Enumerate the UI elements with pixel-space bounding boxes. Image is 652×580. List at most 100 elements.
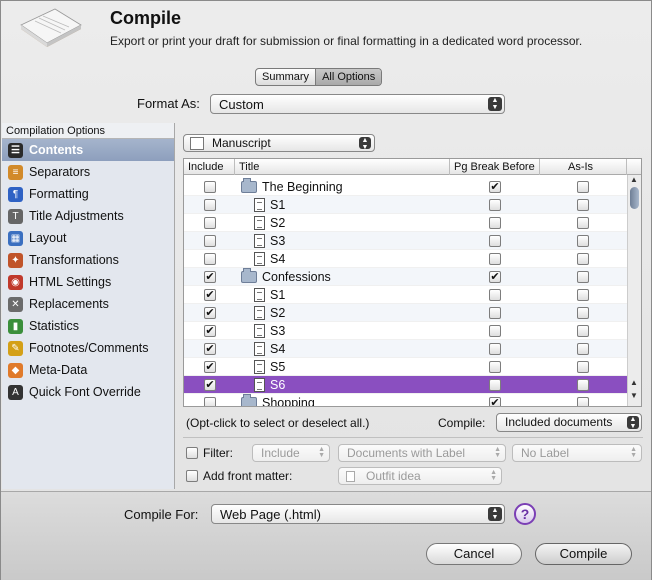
as-is-checkbox[interactable]	[577, 253, 589, 265]
sidebar-item-quick-font-override[interactable]: A Quick Font Override	[2, 381, 174, 403]
column-title[interactable]: Title	[235, 159, 450, 175]
page-break-checkbox[interactable]	[489, 379, 501, 391]
as-is-checkbox[interactable]	[577, 397, 589, 406]
page-break-checkbox[interactable]	[489, 289, 501, 301]
cancel-button[interactable]: Cancel	[426, 543, 522, 565]
table-row[interactable]: ✔ S6	[184, 376, 627, 394]
sidebar-item-transformations[interactable]: ✦ Transformations	[2, 249, 174, 271]
page-break-checkbox[interactable]	[489, 217, 501, 229]
table-row[interactable]: The Beginning ✔	[184, 178, 627, 196]
as-is-checkbox[interactable]	[577, 271, 589, 283]
row-title: Confessions	[262, 270, 331, 284]
sidebar-item-statistics[interactable]: ▮ Statistics	[2, 315, 174, 337]
include-checkbox[interactable]: ✔	[204, 289, 216, 301]
document-icon	[254, 198, 265, 212]
as-is-checkbox[interactable]	[577, 361, 589, 373]
tab-all-options[interactable]: All Options	[315, 69, 382, 85]
table-row[interactable]: Shopping ✔	[184, 394, 627, 406]
filter-by-popup[interactable]: Documents with Label ▲ ▼	[338, 444, 506, 462]
column-as-is[interactable]: As-Is	[540, 159, 627, 175]
popup-arrows-icon: ▲ ▼	[488, 507, 502, 521]
page-break-checkbox[interactable]	[489, 199, 501, 211]
as-is-checkbox[interactable]	[577, 235, 589, 247]
as-is-checkbox[interactable]	[577, 343, 589, 355]
sidebar-item-label: Transformations	[29, 253, 119, 267]
sidebar-item-label: Statistics	[29, 319, 80, 333]
sidebar-item-replacements[interactable]: ✕ Replacements	[2, 293, 174, 315]
sidebar-item-layout[interactable]: ▦ Layout	[2, 227, 174, 249]
help-button[interactable]: ?	[514, 503, 536, 525]
sidebar-item-footnotes-comments[interactable]: ✎ Footnotes/Comments	[2, 337, 174, 359]
as-is-checkbox[interactable]	[577, 217, 589, 229]
format-as-popup[interactable]: Custom ▲ ▼	[210, 94, 505, 114]
page-break-checkbox[interactable]	[489, 307, 501, 319]
page-break-checkbox[interactable]	[489, 361, 501, 373]
include-checkbox[interactable]: ✔	[204, 379, 216, 391]
page-break-checkbox[interactable]: ✔	[489, 181, 501, 193]
filter-checkbox[interactable]	[186, 447, 198, 459]
table-row[interactable]: ✔ Confessions ✔	[184, 268, 627, 286]
compile-for-popup[interactable]: Web Page (.html) ▲ ▼	[211, 504, 505, 524]
table-row[interactable]: ✔ S2	[184, 304, 627, 322]
as-is-checkbox[interactable]	[577, 307, 589, 319]
sidebar-item-formatting[interactable]: ¶ Formatting	[2, 183, 174, 205]
table-row[interactable]: S1	[184, 196, 627, 214]
scrollbar-thumb[interactable]	[630, 187, 639, 209]
scroll-up-arrow-icon[interactable]: ▲	[630, 175, 638, 184]
column-include[interactable]: Include	[184, 159, 235, 175]
sidebar-item-title-adjustments[interactable]: T Title Adjustments	[2, 205, 174, 227]
include-checkbox[interactable]	[204, 199, 216, 211]
document-icon	[254, 342, 265, 356]
table-row[interactable]: S2	[184, 214, 627, 232]
include-checkbox[interactable]	[204, 235, 216, 247]
include-checkbox[interactable]	[204, 217, 216, 229]
page-break-checkbox[interactable]	[489, 343, 501, 355]
as-is-checkbox[interactable]	[577, 289, 589, 301]
table-row[interactable]: S3	[184, 232, 627, 250]
sidebar-item-separators[interactable]: ≡ Separators	[2, 161, 174, 183]
table-vertical-scrollbar[interactable]: ▲ ▲ ▼	[627, 175, 641, 406]
sidebar-item-label: Layout	[29, 231, 67, 245]
include-checkbox[interactable]: ✔	[204, 307, 216, 319]
as-is-checkbox[interactable]	[577, 181, 589, 193]
tab-summary[interactable]: Summary	[256, 69, 315, 85]
include-checkbox[interactable]	[204, 253, 216, 265]
compile-for-value: Web Page (.html)	[220, 507, 321, 522]
table-row[interactable]: ✔ S1	[184, 286, 627, 304]
sidebar-item-meta-data[interactable]: ◆ Meta-Data	[2, 359, 174, 381]
table-row[interactable]: ✔ S4	[184, 340, 627, 358]
include-checkbox[interactable]	[204, 181, 216, 193]
page-break-checkbox[interactable]	[489, 235, 501, 247]
page-break-checkbox[interactable]: ✔	[489, 397, 501, 406]
sidebar-item-contents[interactable]: ☰ Contents	[2, 139, 174, 161]
include-checkbox[interactable]	[204, 397, 216, 406]
include-checkbox[interactable]: ✔	[204, 271, 216, 283]
front-matter-checkbox[interactable]	[186, 470, 198, 482]
include-checkbox[interactable]: ✔	[204, 361, 216, 373]
scroll-down-arrow-icon[interactable]: ▼	[630, 391, 638, 400]
sidebar-item-html-settings[interactable]: ◉ HTML Settings	[2, 271, 174, 293]
page-break-checkbox[interactable]	[489, 325, 501, 337]
column-pg-break-before[interactable]: Pg Break Before	[450, 159, 540, 175]
as-is-checkbox[interactable]	[577, 325, 589, 337]
table-row[interactable]: ✔ S5	[184, 358, 627, 376]
as-is-checkbox[interactable]	[577, 379, 589, 391]
filter-mode-popup[interactable]: Include ▲ ▼	[252, 444, 330, 462]
table-row[interactable]: ✔ S3	[184, 322, 627, 340]
include-checkbox[interactable]: ✔	[204, 343, 216, 355]
compile-scope-popup[interactable]: Included documents ▲ ▼	[496, 413, 642, 432]
as-is-checkbox[interactable]	[577, 199, 589, 211]
page-break-checkbox[interactable]	[489, 253, 501, 265]
scroll-up-arrow-icon[interactable]: ▲	[630, 378, 638, 387]
contents-icon: ☰	[8, 143, 23, 158]
filter-value-popup[interactable]: No Label ▲ ▼	[512, 444, 642, 462]
page-break-checkbox[interactable]: ✔	[489, 271, 501, 283]
include-checkbox[interactable]: ✔	[204, 325, 216, 337]
compile-for-label: Compile For:	[124, 507, 199, 522]
document-icon	[254, 234, 265, 248]
document-icon	[254, 288, 265, 302]
table-row[interactable]: S4	[184, 250, 627, 268]
manuscript-popup[interactable]: Manuscript ▲ ▼	[183, 134, 375, 152]
compile-button[interactable]: Compile	[535, 543, 632, 565]
front-matter-popup[interactable]: Outfit idea ▲ ▼	[338, 467, 502, 485]
